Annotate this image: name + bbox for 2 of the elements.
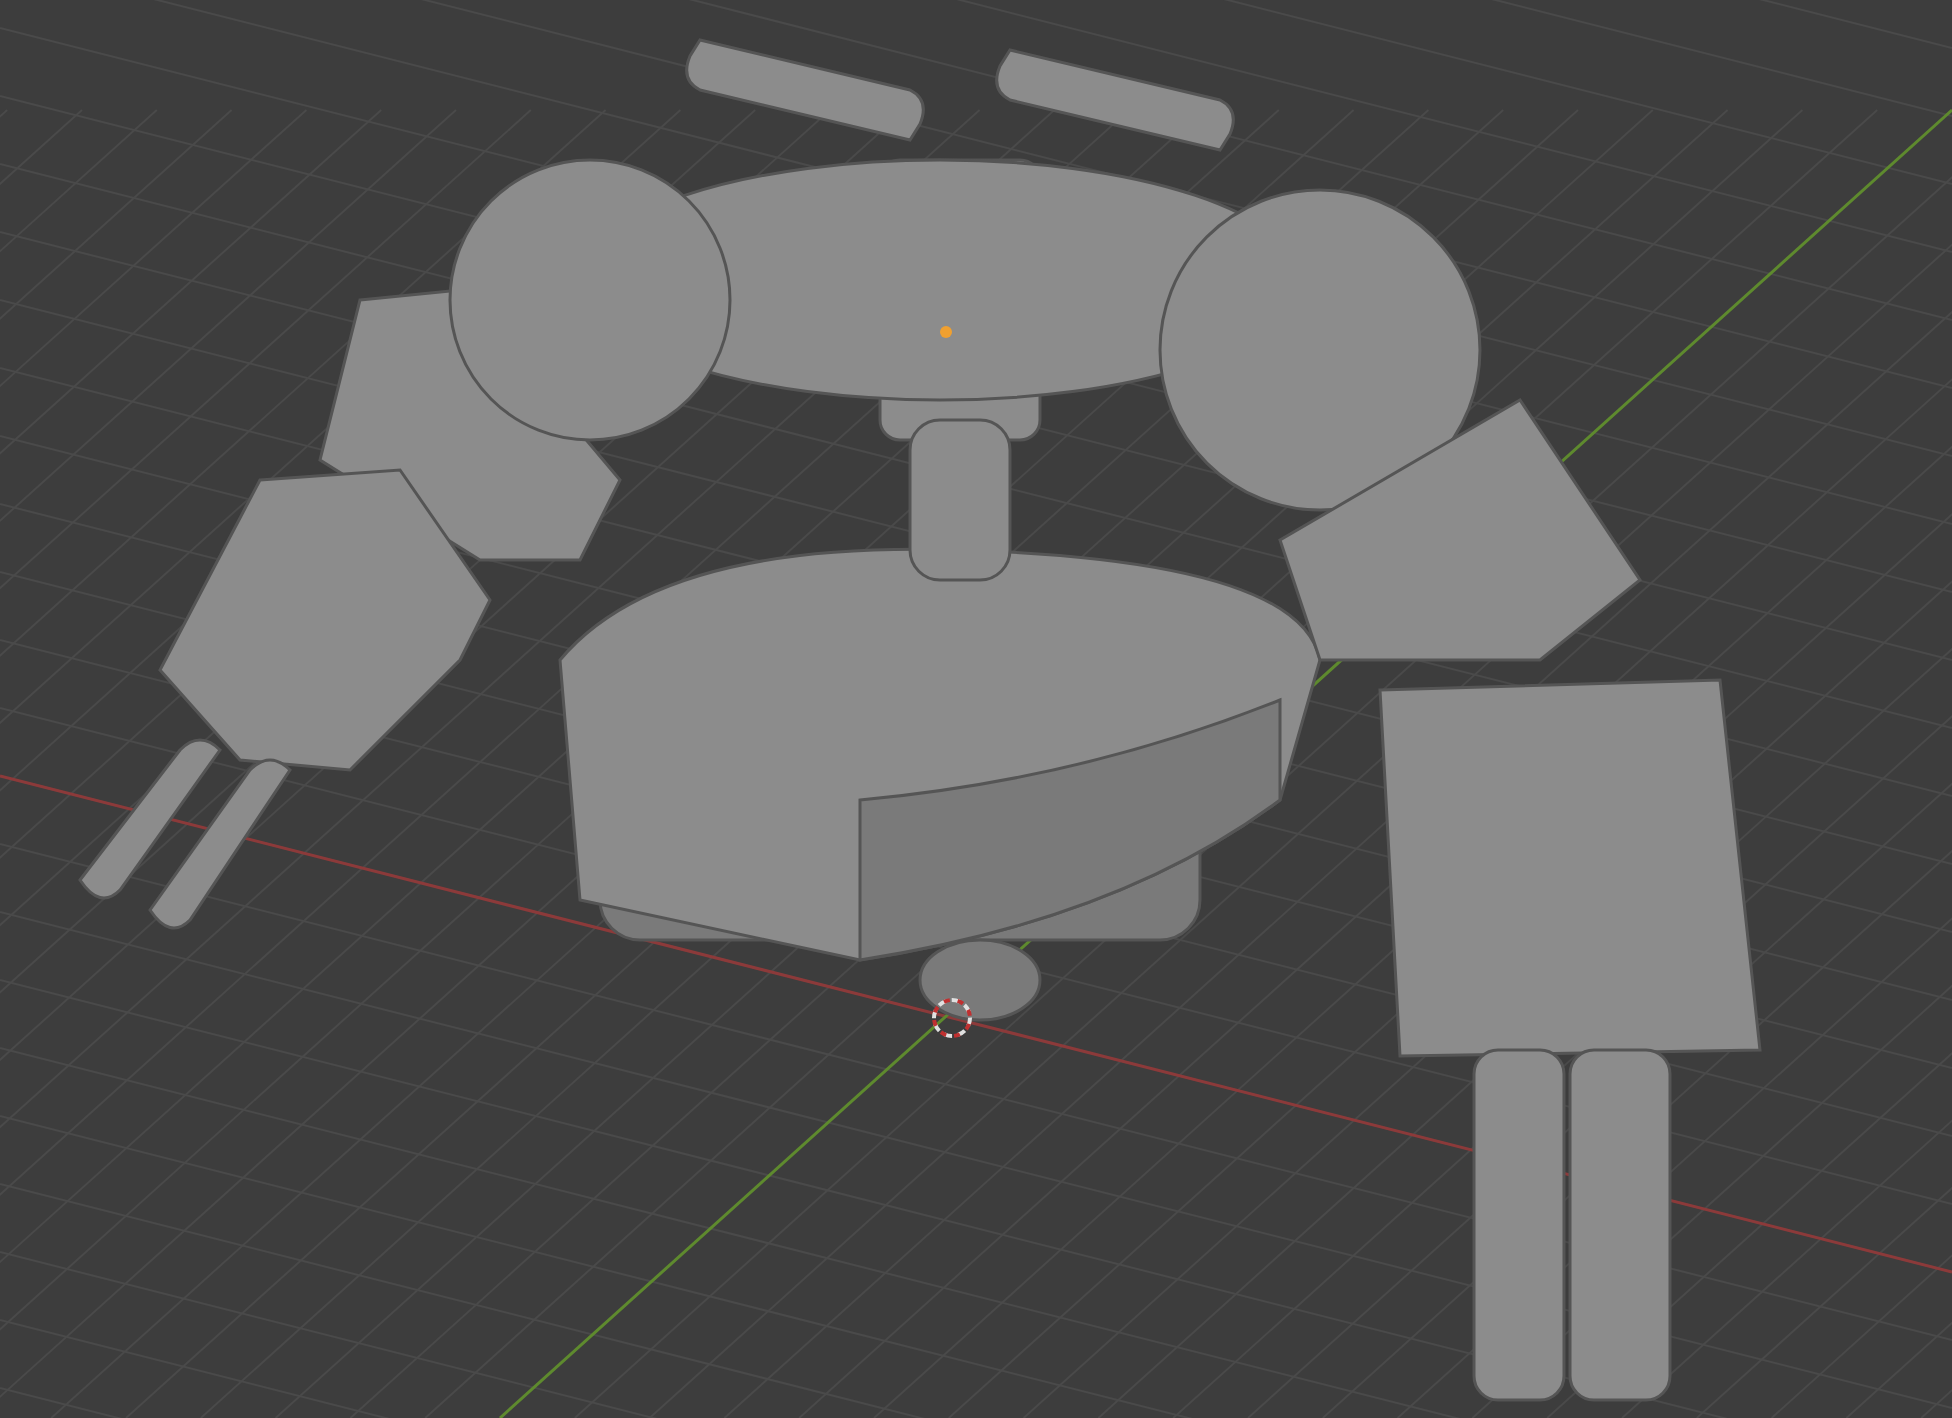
origin-dot bbox=[940, 326, 952, 338]
3d-cursor-icon[interactable] bbox=[932, 998, 972, 1038]
